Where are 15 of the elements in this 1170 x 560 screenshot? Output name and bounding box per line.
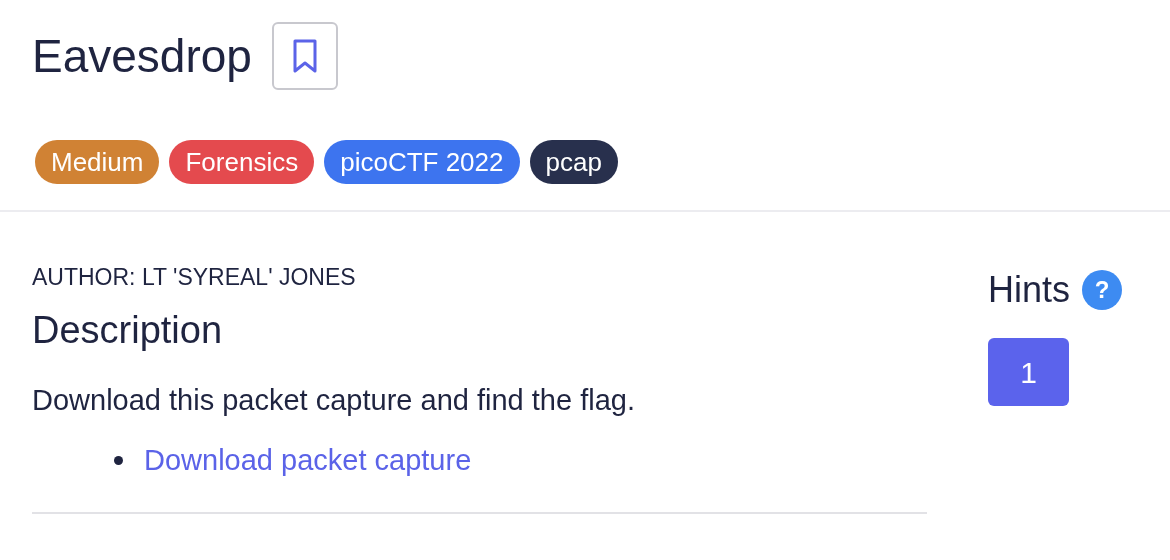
- description-text: Download this packet capture and find the flag.: [32, 383, 636, 418]
- hint-button[interactable]: 1: [988, 338, 1069, 406]
- bullet-icon: [114, 455, 123, 465]
- tag[interactable]: Forensics: [169, 140, 315, 184]
- bookmark-icon: [291, 38, 318, 74]
- description-heading: Description: [32, 308, 224, 353]
- author-label: AUTHOR: LT 'SYREAL' JONES: [32, 263, 357, 292]
- tag[interactable]: picoCTF 2022: [324, 140, 520, 184]
- download-link[interactable]: Download packet capture: [144, 442, 472, 478]
- help-icon[interactable]: ?: [1082, 270, 1123, 310]
- hints-heading: Hints: [988, 268, 1071, 312]
- challenge-title: Eavesdrop: [32, 29, 252, 84]
- tag[interactable]: pcap: [529, 140, 618, 184]
- tag[interactable]: Medium: [35, 140, 160, 184]
- bookmark-button[interactable]: [271, 22, 338, 90]
